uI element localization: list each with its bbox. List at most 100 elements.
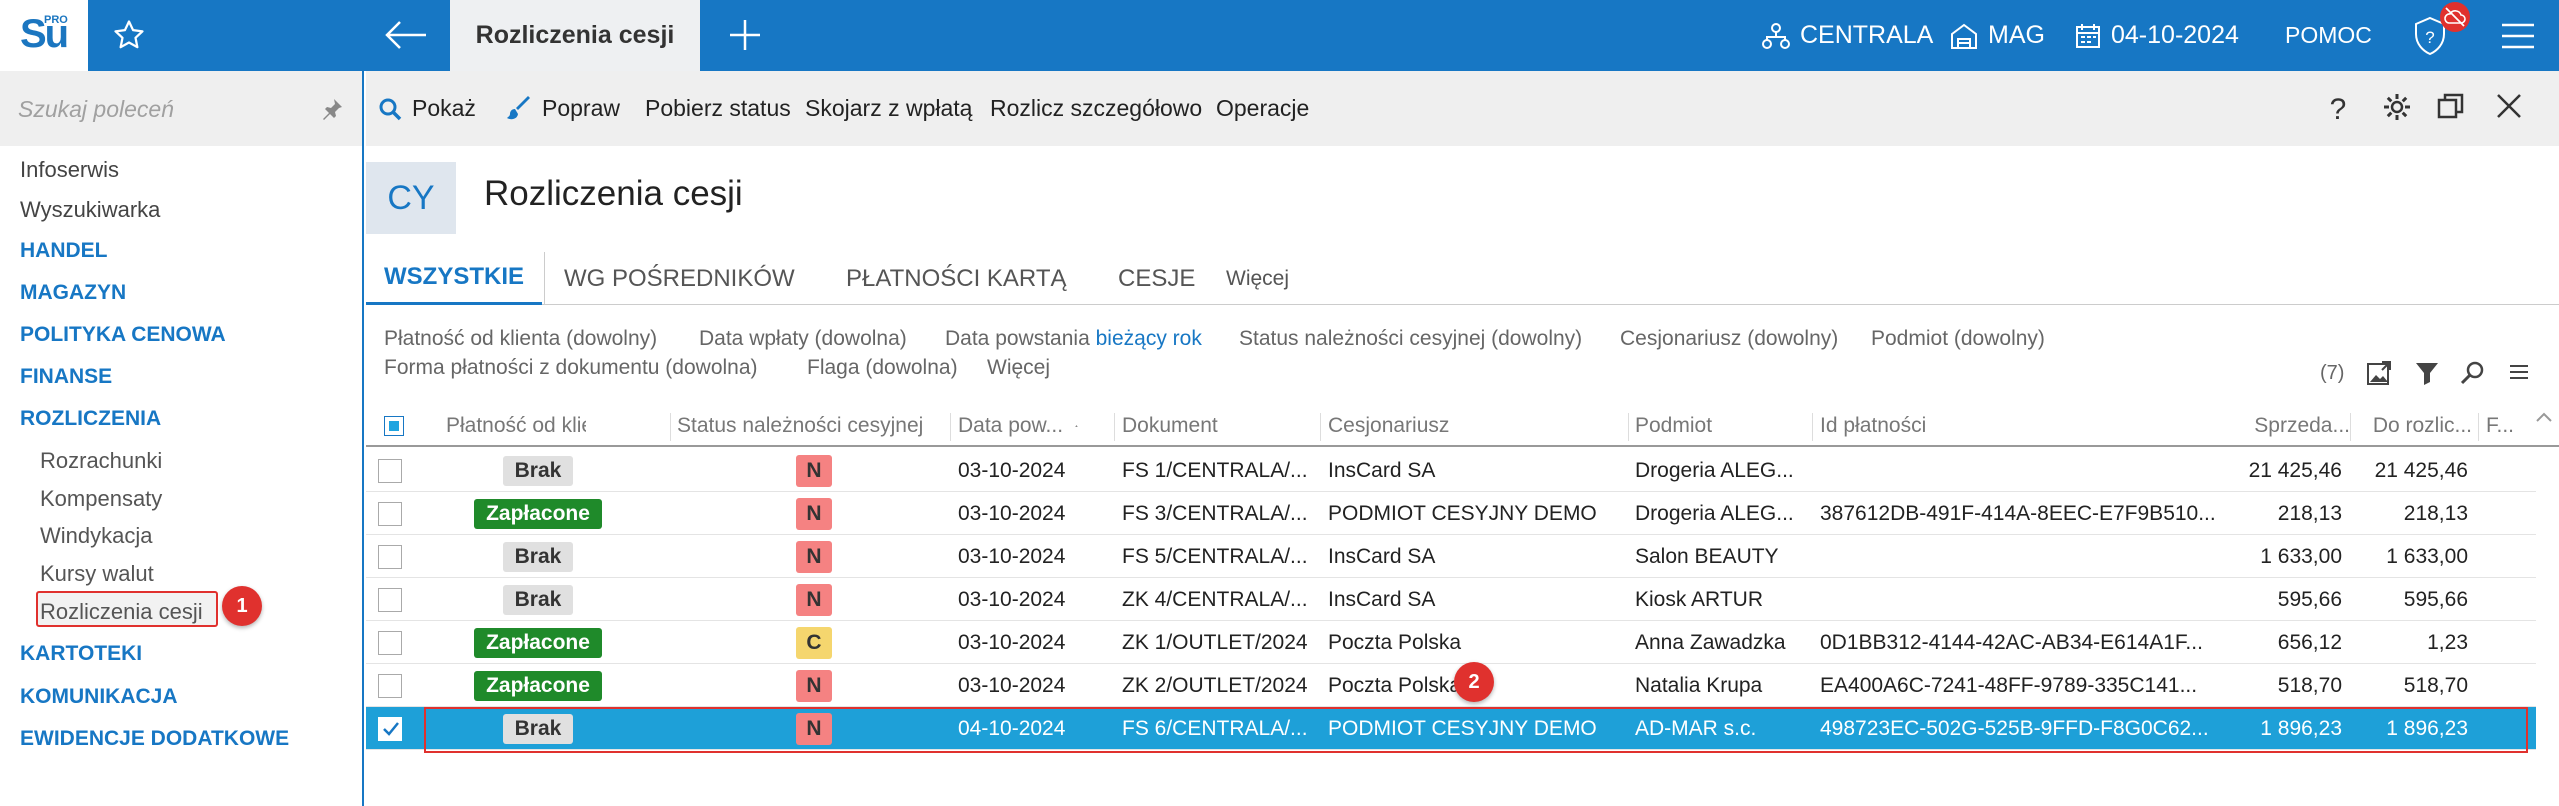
row-checkbox[interactable] [378,674,402,698]
check-icon [383,722,399,736]
sidebar-item[interactable]: Kompensaty [40,486,162,512]
active-window-tab[interactable]: Rozliczenia cesji [450,0,700,71]
filter-more[interactable]: Więcej [987,356,1050,380]
col-flag[interactable]: F... [2486,405,2530,447]
tab-card-payments[interactable]: PŁATNOŚCI KARTĄ [828,252,1085,305]
date-selector[interactable]: 04-10-2024 [2075,0,2239,71]
col-sales[interactable]: Sprzeda... [2236,405,2350,447]
row-checkbox[interactable] [378,588,402,612]
pin-icon[interactable] [320,97,344,121]
show-button[interactable]: Pokaż [378,71,476,146]
export-image-icon[interactable] [2366,360,2392,386]
branch-selector[interactable]: CENTRALA [1762,0,1933,71]
table-row[interactable]: Brak N 03-10-2024 FS 1/CENTRALA/... InsCard … [366,449,2536,492]
cell-date: 03-10-2024 [958,501,1066,525]
col-payment-id[interactable]: Id płatności [1820,405,2020,447]
settings-gear-icon[interactable] [2381,91,2413,123]
table-row[interactable]: Zapłacone N 03-10-2024 FS 3/CENTRALA/... POD… [366,492,2536,535]
row-checkbox[interactable] [378,545,402,569]
cell-date: 03-10-2024 [958,630,1066,654]
filter-cession-status[interactable]: Status należności cesyjnej (dowolny) [1239,327,1582,351]
filter-client-payment[interactable]: Płatność od klienta (dowolny) [384,327,657,351]
col-payment[interactable]: Płatność od klienta [446,405,586,447]
column-menu-icon[interactable] [2508,360,2530,384]
cession-status-badge: N [796,669,832,702]
col-assignee[interactable]: Cesjonariusz [1328,405,1528,447]
warehouse-icon [1951,23,1977,49]
filter-entity[interactable]: Podmiot (dowolny) [1871,327,2045,351]
warehouse-selector[interactable]: MAG [1950,0,2045,71]
filter-flag[interactable]: Flaga (dowolna) [807,356,958,380]
filter-assignee[interactable]: Cesjonariusz (dowolny) [1620,327,1838,351]
scroll-up-icon[interactable] [2535,410,2553,424]
back-arrow-icon[interactable] [384,18,428,52]
tab-by-intermediary[interactable]: WG POŚREDNIKÓW [546,252,813,305]
sidebar-item[interactable]: Windykacja [40,523,152,549]
tab-more[interactable]: Więcej [1208,252,1307,305]
payment-status-badge: Brak [502,713,574,744]
close-icon[interactable] [2494,91,2524,121]
settle-detail-button[interactable]: Rozlicz szczegółowo [990,71,1202,146]
payment-status-badge: Brak [502,541,574,572]
cell-payment: Brak [428,535,648,578]
sidebar-item[interactable]: Rozrachunki [40,448,162,474]
filter-payment-form[interactable]: Forma płatności z dokumentu (dowolna) [384,356,758,380]
sidebar-item[interactable]: Kursy walut [40,561,154,587]
col-document[interactable]: Dokument [1122,405,1262,447]
table-row[interactable]: Zapłacone C 03-10-2024 ZK 1/OUTLET/2024 Pocz… [366,621,2536,664]
cell-document: ZK 1/OUTLET/2024 [1122,630,1308,654]
star-icon[interactable] [112,18,146,52]
col-status[interactable]: Status należności cesyjnej [677,405,967,447]
fix-button[interactable]: Popraw [506,71,620,146]
cell-to-settle: 1 633,00 [2386,544,2468,568]
tab-all[interactable]: WSZYSTKIE [366,252,543,305]
table-row[interactable]: Zapłacone N 03-10-2024 ZK 2/OUTLET/2024 Pocz… [366,664,2536,707]
cloud-offline-icon[interactable] [2440,2,2470,32]
col-date[interactable]: Data pow... [958,405,1078,447]
row-checkbox[interactable] [378,717,402,741]
restore-window-icon[interactable] [2436,91,2466,121]
row-checkbox[interactable] [378,502,402,526]
get-status-button[interactable]: Pobierz status [645,71,791,146]
calendar-icon [2076,23,2100,48]
payment-status-badge: Brak [502,455,574,486]
sidebar-item[interactable]: MAGAZYN [20,281,126,305]
new-tab-plus-icon[interactable] [728,18,762,52]
col-sep [1628,413,1629,441]
sidebar-item[interactable]: Wyszukiwarka [20,197,160,223]
filter-creation-date-label: Data powstania [945,327,1090,350]
grid-search-icon[interactable] [2460,360,2486,386]
link-payment-button[interactable]: Skojarz z wpłatą [805,71,972,146]
filter-payment-date[interactable]: Data wpłaty (dowolna) [699,327,907,351]
tab-cessions[interactable]: CESJE [1100,252,1213,305]
app-logo[interactable]: Su PRO [0,0,88,71]
filter-funnel-icon[interactable] [2414,360,2440,386]
sidebar-item[interactable]: EWIDENCJE DODATKOWE [20,727,289,751]
table-row[interactable]: Brak N 03-10-2024 FS 5/CENTRALA/... InsCard … [366,535,2536,578]
help-icon[interactable]: ? [2326,91,2350,125]
sidebar-item[interactable]: Infoserwis [20,157,119,183]
cell-payment-id [1820,449,2228,492]
row-checkbox[interactable] [378,459,402,483]
command-search-input[interactable] [18,93,308,125]
col-to-settle[interactable]: Do rozlic... [2358,405,2472,447]
filter-creation-date[interactable]: Data powstania bieżący rok [945,327,1202,351]
sidebar-item[interactable]: POLITYKA CENOWA [20,323,226,347]
col-entity[interactable]: Podmiot [1635,405,1775,447]
operations-menu[interactable]: Operacje [1216,71,1309,146]
sidebar-item[interactable]: KOMUNIKACJA [20,685,178,709]
sidebar-item[interactable]: Rozliczenia cesji [40,599,203,625]
sidebar-item[interactable]: FINANSE [20,365,112,389]
cell-to-settle: 518,70 [2403,673,2468,697]
table-row[interactable]: Brak N 04-10-2024 FS 6/CENTRALA/... PODMIOT … [366,707,2536,750]
sidebar-item[interactable]: ROZLICZENIA [20,407,161,431]
main-menu-icon[interactable] [2500,22,2536,50]
sidebar-item[interactable]: HANDEL [20,239,108,263]
table-row[interactable]: Brak N 03-10-2024 ZK 4/CENTRALA/... InsCard … [366,578,2536,621]
cell-assignee: InsCard SA [1328,544,1436,568]
help-menu[interactable]: POMOC [2285,0,2372,71]
cell-status: N [678,535,950,578]
row-checkbox[interactable] [378,631,402,655]
sidebar-item[interactable]: KARTOTEKI [20,642,142,666]
select-all-checkbox[interactable] [384,416,404,436]
